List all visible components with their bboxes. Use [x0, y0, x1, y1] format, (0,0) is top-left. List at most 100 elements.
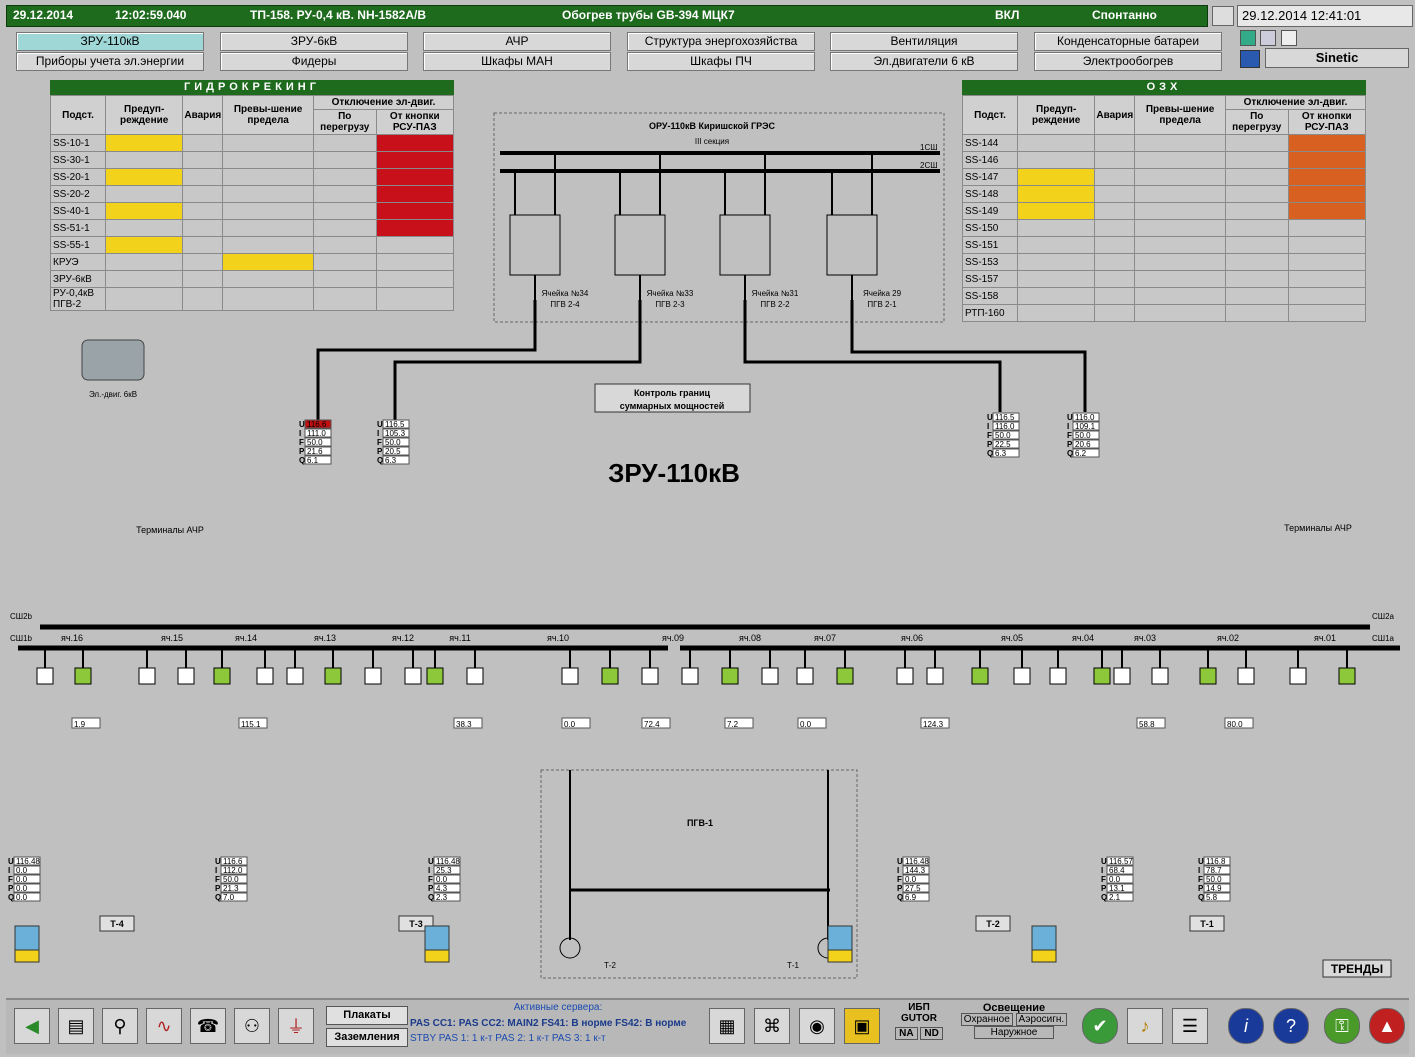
oru-cell-sub: ПГВ 2-2 [760, 300, 790, 309]
meas-key: F [377, 438, 382, 447]
bay-switch[interactable] [466, 648, 484, 685]
bay-switch[interactable] [213, 648, 231, 685]
oru-title: ОРУ-110кВ Киришской ГРЭС [649, 121, 775, 131]
bay-switch[interactable] [641, 648, 659, 685]
bay-switch[interactable] [404, 648, 422, 685]
meas-key: I [987, 422, 989, 431]
bay-switch[interactable] [74, 648, 92, 685]
grounding-icon[interactable]: ⏚ [278, 1008, 314, 1044]
bay-switch[interactable] [1289, 648, 1307, 685]
current-value: 0.0 [800, 720, 812, 729]
meas-value: 105.3 [385, 429, 406, 438]
bay-switch[interactable] [177, 648, 195, 685]
ups-na[interactable]: NA [895, 1027, 918, 1040]
meas-key: I [8, 866, 10, 875]
bay-switch[interactable] [601, 648, 619, 685]
bus2-label: 2СШ [920, 161, 938, 170]
bay-switch[interactable] [364, 648, 382, 685]
bay-switch[interactable] [1113, 648, 1131, 685]
bay-switch[interactable] [796, 648, 814, 685]
scheme-icon[interactable]: ▣ [844, 1008, 880, 1044]
chart-icon[interactable]: ∿ [146, 1008, 182, 1044]
lighting-aero-button[interactable]: Аэросигн. [1015, 1013, 1068, 1026]
bay-switch[interactable] [1013, 648, 1031, 685]
bay-switch[interactable] [36, 648, 54, 685]
bay-label: яч.16 [61, 633, 83, 643]
bay-switch[interactable] [426, 648, 444, 685]
groundings-button[interactable]: Заземления [326, 1028, 408, 1047]
current-value: 1.9 [74, 720, 86, 729]
oru-cell-sub: ПГВ 2-4 [550, 300, 580, 309]
bay-switch[interactable] [1151, 648, 1169, 685]
bay-switch[interactable] [971, 648, 989, 685]
meas-key: I [299, 429, 301, 438]
bay-switch[interactable] [926, 648, 944, 685]
ups-label: ИБП GUTOR [901, 1002, 937, 1024]
ack-check-icon[interactable]: ✔ [1082, 1008, 1118, 1044]
bay-switch[interactable] [561, 648, 579, 685]
oscillograph-icon[interactable]: ▦ [709, 1008, 745, 1044]
oru-cell-1[interactable]: Ячейка №33 ПГВ 2-3 [614, 153, 694, 309]
bell-icon[interactable]: ♪ [1127, 1008, 1163, 1044]
magnifier-icon[interactable]: ⚲ [102, 1008, 138, 1044]
lighting-outdoor-button[interactable]: Наружное [974, 1026, 1054, 1039]
rpn-t2[interactable] [827, 925, 853, 963]
meas-key: F [987, 431, 992, 440]
measurement-block-meas_04: U 116.0 I 109.1F 50.0P 20.6Q 6.2 [1067, 412, 1100, 458]
feed-line-05 [743, 300, 1002, 412]
bay-switch[interactable] [286, 648, 304, 685]
key-icon[interactable]: ⚿ [1324, 1008, 1360, 1044]
oru-cell-0[interactable]: Ячейка №34 ПГВ 2-4 [509, 153, 589, 309]
bay-switch[interactable] [761, 648, 779, 685]
meas-key: U [8, 857, 14, 866]
bay-switch[interactable] [1093, 648, 1111, 685]
lighting-security-button[interactable]: Охранное [960, 1013, 1013, 1026]
bay-switch[interactable] [256, 648, 274, 685]
camera-icon[interactable]: ◉ [799, 1008, 835, 1044]
transformer-2[interactable]: Т-2 [975, 915, 1011, 932]
current-value: 7.2 [727, 720, 739, 729]
operator-icon[interactable]: ⚇ [234, 1008, 270, 1044]
transformer-3[interactable]: Т-1 [1189, 915, 1225, 932]
ups-nd[interactable]: ND [920, 1027, 943, 1040]
info-icon[interactable]: i [1228, 1008, 1264, 1044]
help-icon[interactable]: ? [1273, 1008, 1309, 1044]
meas-key: P [377, 447, 383, 456]
bay-switch[interactable] [836, 648, 854, 685]
rpn-t4[interactable] [14, 925, 40, 963]
meas-key: F [897, 875, 902, 884]
rpn-t3[interactable] [424, 925, 450, 963]
bay-switch[interactable] [896, 648, 914, 685]
lock-icon[interactable]: ▲ [1369, 1008, 1405, 1044]
rpn-t1[interactable] [1031, 925, 1057, 963]
meas-key: Q [428, 893, 434, 902]
meas-value: 6.9 [905, 893, 917, 902]
bay-switch[interactable] [1237, 648, 1255, 685]
clipboard-icon[interactable]: ▤ [58, 1008, 94, 1044]
bay-switch[interactable] [138, 648, 156, 685]
bay-switch[interactable] [681, 648, 699, 685]
bay-switch[interactable] [721, 648, 739, 685]
network-icon[interactable]: ⌘ [754, 1008, 790, 1044]
phone-icon[interactable]: ☎ [190, 1008, 226, 1044]
servers-line2: STBY PAS 1: 1 к-т PAS 2: 1 к-т PAS 3: 1 … [410, 1033, 606, 1044]
oru-cell-3[interactable]: Ячейка 29 ПГВ 2-1 [826, 153, 902, 309]
list-icon[interactable]: ☰ [1172, 1008, 1208, 1044]
bay-switch[interactable] [1199, 648, 1217, 685]
bay-switch[interactable] [1338, 648, 1356, 685]
bay-switch[interactable] [324, 648, 342, 685]
oru-cell-label: Ячейка №33 [647, 289, 694, 298]
meas-value: 116.0 [995, 422, 1015, 431]
motor-label: Эл.-двиг. 6кВ [89, 390, 137, 399]
bay-switch[interactable] [1049, 648, 1067, 685]
pgv1-t1-label: Т-1 [787, 961, 800, 970]
oru-cell-2[interactable]: Ячейка №31 ПГВ 2-2 [719, 153, 799, 309]
posters-button[interactable]: Плакаты [326, 1006, 408, 1025]
motor-icon[interactable] [81, 339, 145, 381]
bay-label: яч.10 [547, 633, 569, 643]
back-arrow-icon[interactable]: ◀ [14, 1008, 50, 1044]
measurement-block-t2: U 116.48 I 144.3F 0.0P 27.5Q 6.9 [897, 856, 930, 902]
transformer-0[interactable]: Т-4 [99, 915, 135, 932]
meas-value: 20.6 [1075, 440, 1091, 449]
ups-panel: ИБП GUTOR NA ND [890, 1002, 948, 1040]
